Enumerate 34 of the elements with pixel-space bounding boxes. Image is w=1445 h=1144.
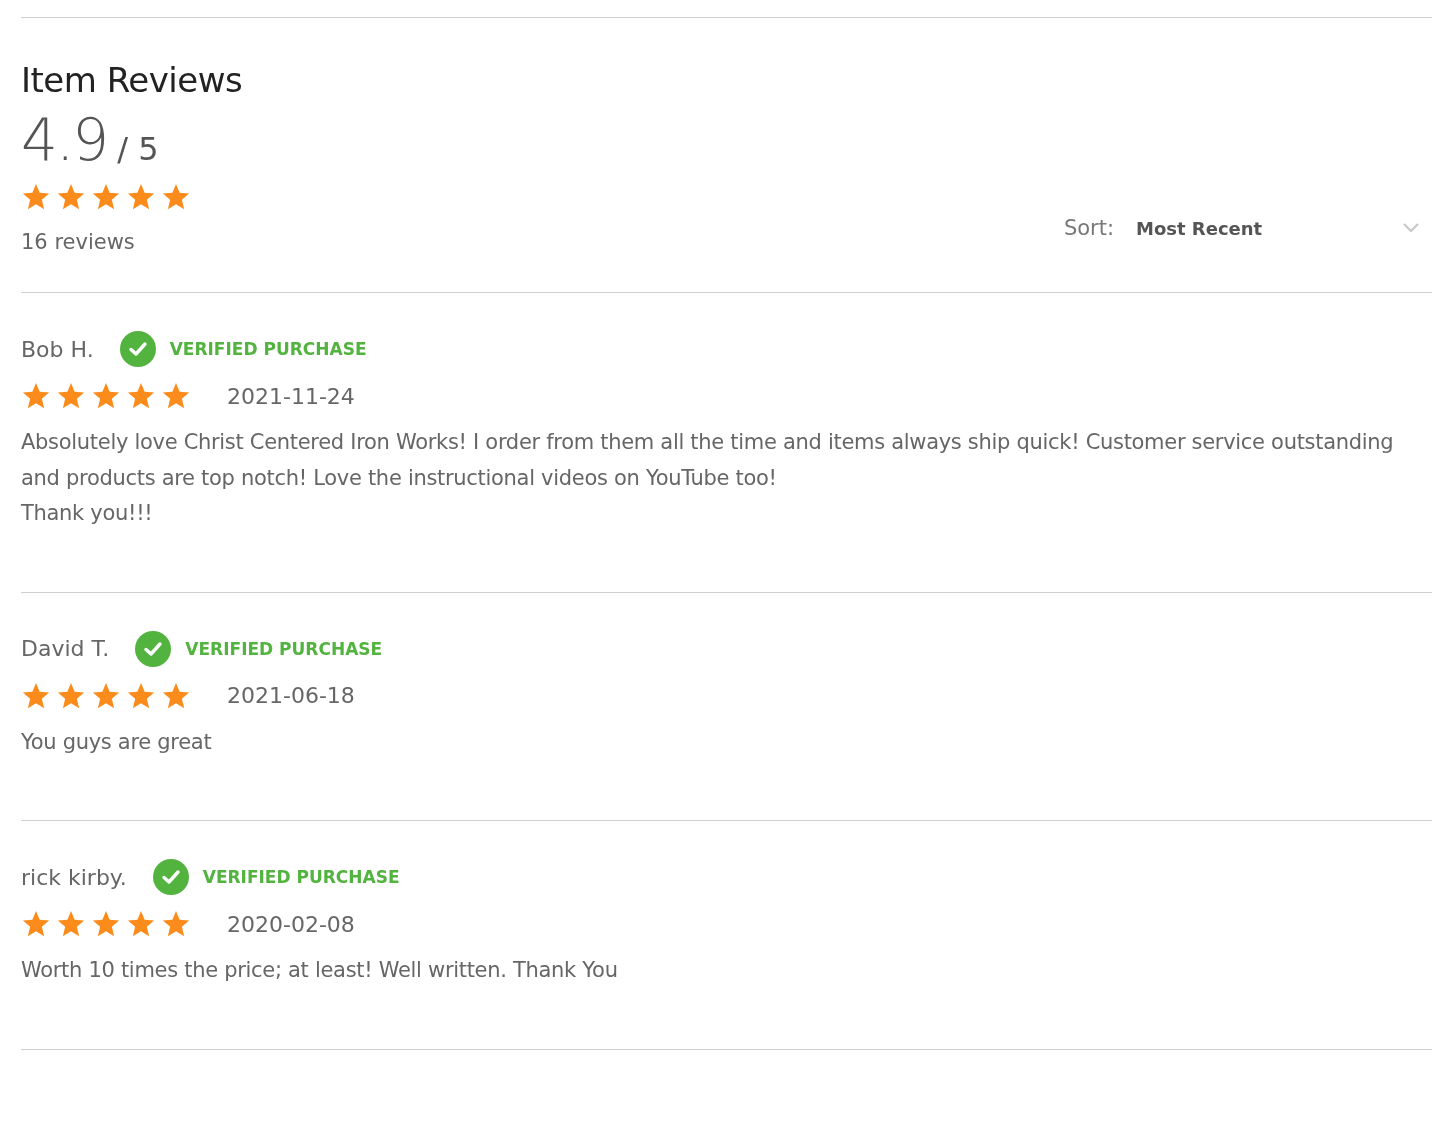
star-icon (21, 381, 51, 411)
verified-label: VERIFIED PURCHASE (169, 339, 367, 359)
star-icon (91, 182, 121, 212)
star-icon (56, 909, 86, 939)
star-icon (21, 182, 51, 212)
review-text: Worth 10 times the price; at least! Well written. Thank You (21, 957, 619, 984)
star-icon (126, 182, 156, 212)
review-date: 2021-11-24 (227, 383, 355, 409)
star-icon (161, 909, 191, 939)
section-title: Item Reviews (21, 59, 244, 102)
average-score: 4.9 (21, 106, 108, 174)
score-scale: / 5 (117, 130, 159, 168)
star-icon (21, 909, 51, 939)
review-date: 2021-06-18 (227, 683, 355, 708)
star-icon (91, 381, 121, 411)
review-text: You guys are great (21, 728, 213, 756)
star-icon (91, 909, 121, 939)
sort-label: Sort: (1063, 216, 1114, 240)
review-text: Absolutely love Christ Centered Iron Works! I order from them all the time and items always ship quick! Customer service outstanding and products are top notch! Love the instructional videos on YouTube too! Thank you!!! (21, 429, 1395, 527)
star-icon (56, 182, 86, 212)
verified-label: VERIFIED PURCHASE (202, 867, 400, 887)
reviewer-name: David T. (21, 636, 110, 661)
star-icon (161, 182, 191, 212)
star-icon (126, 909, 156, 939)
sort-dropdown[interactable]: Most Recent (1136, 217, 1432, 239)
review-date: 2020-02-08 (227, 911, 355, 937)
star-icon (56, 381, 86, 411)
verified-label: VERIFIED PURCHASE (185, 638, 383, 659)
chevron-down-icon (1402, 222, 1420, 234)
star-icon (126, 381, 156, 411)
reviewer-name: rick kirby. (21, 864, 127, 890)
review-count: 16 reviews (21, 230, 136, 254)
reviewer-name: Bob H. (21, 336, 94, 362)
star-icon (161, 381, 191, 411)
